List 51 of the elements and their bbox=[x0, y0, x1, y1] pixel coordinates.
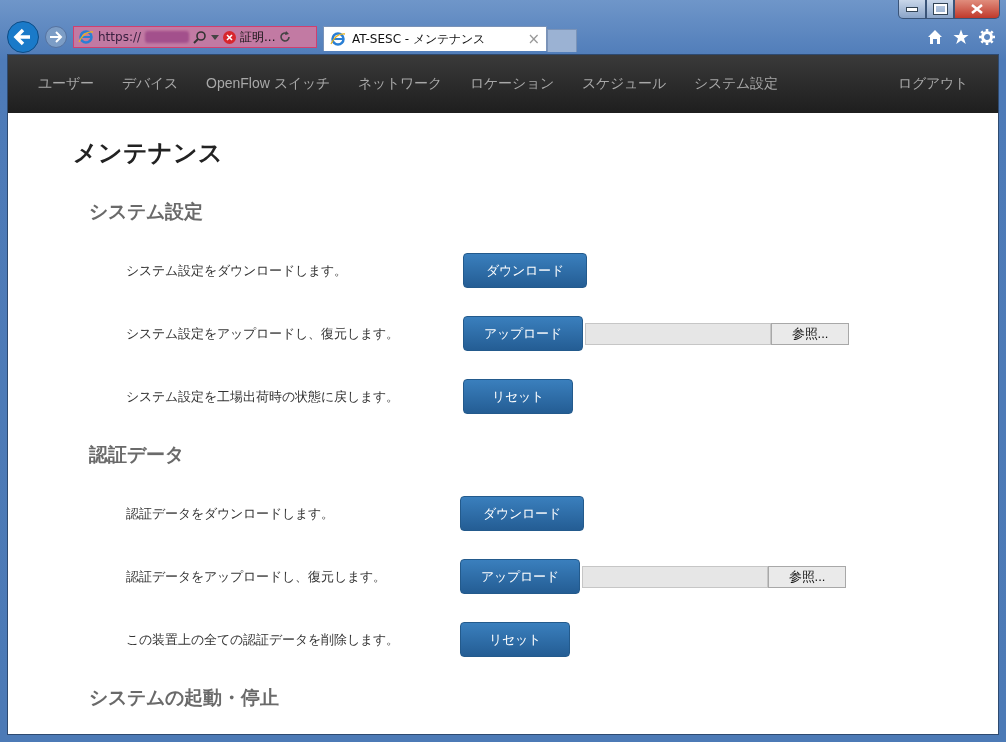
forward-arrow-icon bbox=[49, 30, 63, 44]
nav-link[interactable]: システム設定 bbox=[693, 75, 778, 93]
browse-button[interactable]: 参照... bbox=[771, 322, 849, 345]
download-button[interactable]: ダウンロード bbox=[463, 253, 587, 288]
row-description: システム設定をアップロードし、復元します。 bbox=[126, 324, 400, 343]
row-description: システム設定をダウンロードします。 bbox=[126, 261, 348, 280]
back-arrow-icon bbox=[13, 27, 33, 47]
settings-icon[interactable] bbox=[979, 29, 995, 45]
caret-icon[interactable] bbox=[211, 34, 219, 40]
reset-button[interactable]: リセット bbox=[460, 622, 570, 657]
logout-link[interactable]: ログアウト bbox=[898, 75, 968, 93]
blurred-url bbox=[145, 31, 189, 43]
browser-logo-icon bbox=[78, 29, 94, 45]
row-description: 認証データをダウンロードします。 bbox=[126, 504, 335, 523]
browse-button[interactable]: 参照... bbox=[768, 565, 846, 588]
section-heading: システムの起動・停止 bbox=[89, 686, 280, 710]
back-button[interactable] bbox=[7, 21, 39, 53]
browser-logo-icon bbox=[330, 31, 346, 47]
nav-link[interactable]: ネットワーク bbox=[357, 75, 442, 93]
forward-button[interactable] bbox=[45, 26, 67, 48]
browser-tab[interactable]: AT-SESC - メンテナンス × bbox=[323, 26, 547, 51]
row-description: この装置上の全ての認証データを削除します。 bbox=[126, 630, 400, 649]
minimize-button[interactable] bbox=[898, 0, 926, 19]
address-bar[interactable]: https:// 証明... bbox=[73, 26, 317, 48]
search-icon[interactable] bbox=[193, 30, 207, 44]
reset-button[interactable]: リセット bbox=[463, 379, 573, 414]
section-heading: システム設定 bbox=[89, 200, 204, 224]
tab-title: AT-SESC - メンテナンス bbox=[352, 30, 486, 48]
maximize-button[interactable] bbox=[926, 0, 954, 19]
error-icon bbox=[223, 30, 236, 44]
nav-link[interactable]: OpenFlow スイッチ bbox=[206, 75, 330, 93]
page-title: メンテナンス bbox=[73, 138, 224, 168]
file-path-field[interactable] bbox=[585, 322, 771, 345]
section-heading: 認証データ bbox=[89, 443, 185, 467]
refresh-icon[interactable] bbox=[279, 31, 292, 43]
close-icon bbox=[970, 4, 984, 14]
close-button[interactable] bbox=[954, 0, 1000, 19]
url-text: https:// bbox=[98, 30, 141, 44]
certificate-error-text[interactable]: 証明... bbox=[240, 28, 276, 46]
upload-button[interactable]: アップロード bbox=[460, 559, 580, 594]
download-button[interactable]: ダウンロード bbox=[460, 496, 584, 531]
nav-link[interactable]: ユーザー bbox=[38, 75, 94, 93]
nav-link[interactable]: デバイス bbox=[122, 75, 178, 93]
star-icon[interactable] bbox=[953, 29, 969, 45]
upload-button[interactable]: アップロード bbox=[463, 316, 583, 351]
row-description: 認証データをアップロードし、復元します。 bbox=[126, 567, 387, 586]
nav-link[interactable]: ロケーション bbox=[469, 75, 554, 93]
home-icon[interactable] bbox=[927, 29, 943, 45]
row-description: システム設定を工場出荷時の状態に戻します。 bbox=[126, 387, 400, 406]
file-path-field[interactable] bbox=[582, 565, 768, 588]
nav-link[interactable]: スケジュール bbox=[581, 75, 666, 93]
